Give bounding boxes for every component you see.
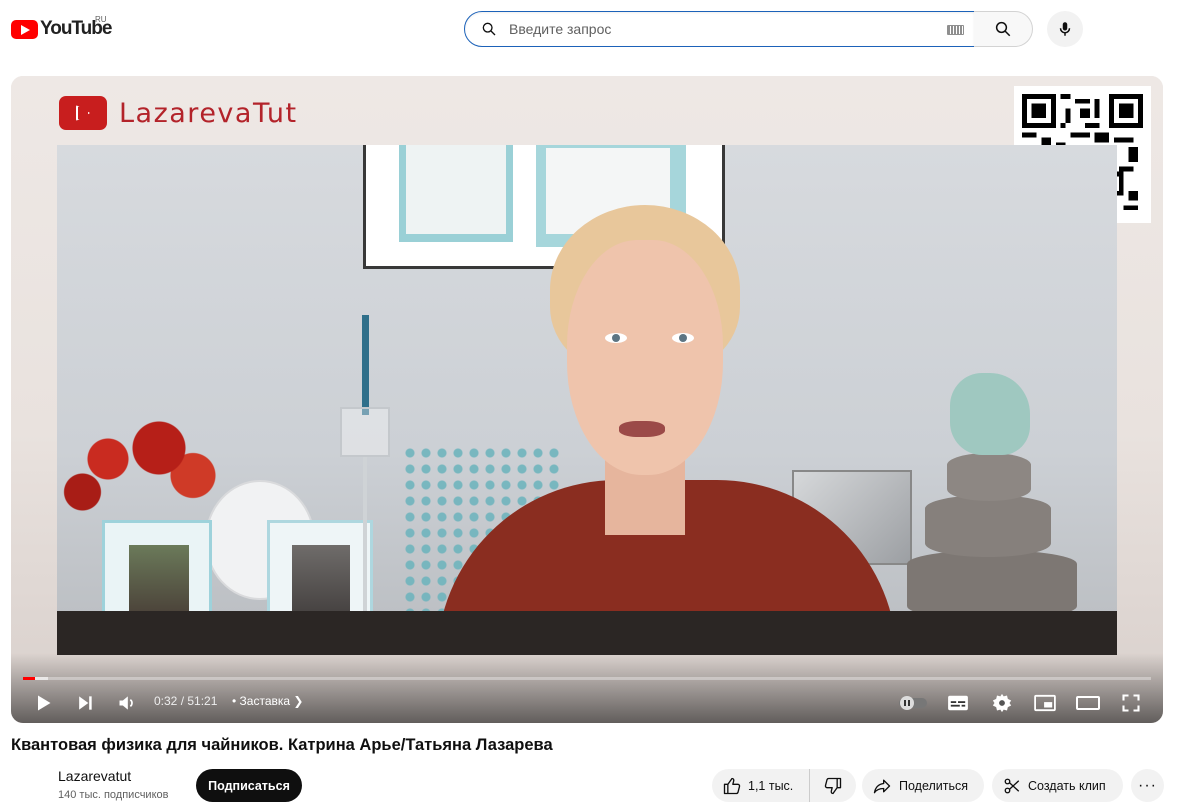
like-button[interactable]: 1,1 тыс. bbox=[712, 769, 810, 802]
settings-button[interactable] bbox=[988, 689, 1016, 717]
brand-play-icon bbox=[59, 96, 107, 130]
presenter-eye-left bbox=[605, 333, 627, 343]
brand-name: LazarevaTut bbox=[119, 97, 298, 129]
more-icon: ··· bbox=[1138, 776, 1157, 794]
theater-icon bbox=[1076, 696, 1100, 710]
presenter-mouth bbox=[619, 421, 665, 437]
search-button[interactable] bbox=[974, 11, 1033, 47]
play-button[interactable] bbox=[29, 689, 57, 717]
volume-icon bbox=[119, 696, 133, 710]
youtube-watch-page: YouTube RU Введите запрос LazarevaTut 0:… bbox=[0, 0, 1179, 808]
play-icon bbox=[38, 695, 51, 711]
next-button[interactable] bbox=[71, 689, 99, 717]
like-dislike-group: 1,1 тыс. bbox=[712, 769, 856, 802]
miniplayer-button[interactable] bbox=[1031, 689, 1059, 717]
video-content bbox=[57, 145, 1117, 655]
search-input[interactable] bbox=[509, 12, 929, 46]
settings-icon bbox=[992, 693, 1012, 713]
dislike-button[interactable] bbox=[810, 769, 856, 802]
video-title: Квантовая физика для чайников. Катрина А… bbox=[11, 736, 553, 754]
fullscreen-icon bbox=[1122, 694, 1140, 712]
fullscreen-button[interactable] bbox=[1117, 689, 1145, 717]
progress-played bbox=[23, 677, 35, 680]
masthead: YouTube RU bbox=[0, 0, 1179, 58]
mic-icon bbox=[1059, 22, 1071, 36]
channel-name[interactable]: Lazarevatut bbox=[58, 768, 131, 784]
search-icon bbox=[995, 21, 1011, 37]
chapter-title[interactable]: • Заставка ❯ bbox=[232, 694, 303, 708]
candle-holder bbox=[340, 407, 390, 457]
volume-button[interactable] bbox=[113, 689, 141, 717]
presenter-eye-right bbox=[672, 333, 694, 343]
share-button[interactable]: Поделиться bbox=[862, 769, 984, 802]
unicorn-figurine bbox=[950, 373, 1030, 455]
video-player[interactable]: LazarevaTut 0:32 / 51:21 • Заставка ❯ bbox=[11, 76, 1163, 723]
theater-mode-button[interactable] bbox=[1074, 689, 1102, 717]
time-display: 0:32 / 51:21 bbox=[154, 694, 218, 708]
search-box bbox=[464, 11, 975, 47]
chapter-label: • Заставка bbox=[232, 694, 291, 708]
dislike-icon bbox=[824, 777, 842, 794]
subtitles-icon bbox=[948, 695, 968, 711]
country-code: RU bbox=[95, 15, 107, 24]
clip-icon bbox=[1004, 778, 1020, 793]
subtitles-button[interactable] bbox=[944, 689, 972, 717]
candle bbox=[362, 315, 369, 415]
search-icon bbox=[482, 22, 496, 36]
shelf bbox=[57, 611, 1117, 655]
candle-stem bbox=[363, 457, 367, 617]
hat-box-medium bbox=[925, 495, 1051, 557]
clip-label: Создать клип bbox=[1028, 778, 1106, 793]
poinsettia-flowers bbox=[57, 415, 227, 525]
share-label: Поделиться bbox=[899, 778, 969, 793]
share-icon bbox=[873, 779, 891, 793]
video-brand-overlay: LazarevaTut bbox=[59, 96, 298, 130]
like-count: 1,1 тыс. bbox=[748, 778, 794, 793]
progress-bar[interactable] bbox=[23, 677, 1151, 680]
create-clip-button[interactable]: Создать клип bbox=[992, 769, 1123, 802]
miniplayer-icon bbox=[1034, 694, 1056, 712]
subscriber-count: 140 тыс. подписчиков bbox=[58, 789, 169, 801]
channel-avatar[interactable] bbox=[11, 768, 51, 808]
hat-box-small bbox=[947, 453, 1031, 501]
autoplay-toggle-icon bbox=[899, 696, 927, 710]
like-icon bbox=[723, 777, 741, 794]
chevron-right-icon: ❯ bbox=[293, 694, 304, 708]
next-icon bbox=[79, 696, 92, 710]
autoplay-toggle[interactable] bbox=[897, 689, 929, 717]
keyboard-icon[interactable] bbox=[947, 25, 964, 35]
presenter-face bbox=[567, 240, 723, 475]
voice-search-button[interactable] bbox=[1047, 11, 1083, 47]
subscribe-button[interactable]: Подписаться bbox=[196, 769, 302, 802]
more-actions-button[interactable]: ··· bbox=[1131, 769, 1164, 802]
hat-box-large bbox=[907, 550, 1077, 620]
youtube-play-logo-icon bbox=[11, 19, 38, 39]
